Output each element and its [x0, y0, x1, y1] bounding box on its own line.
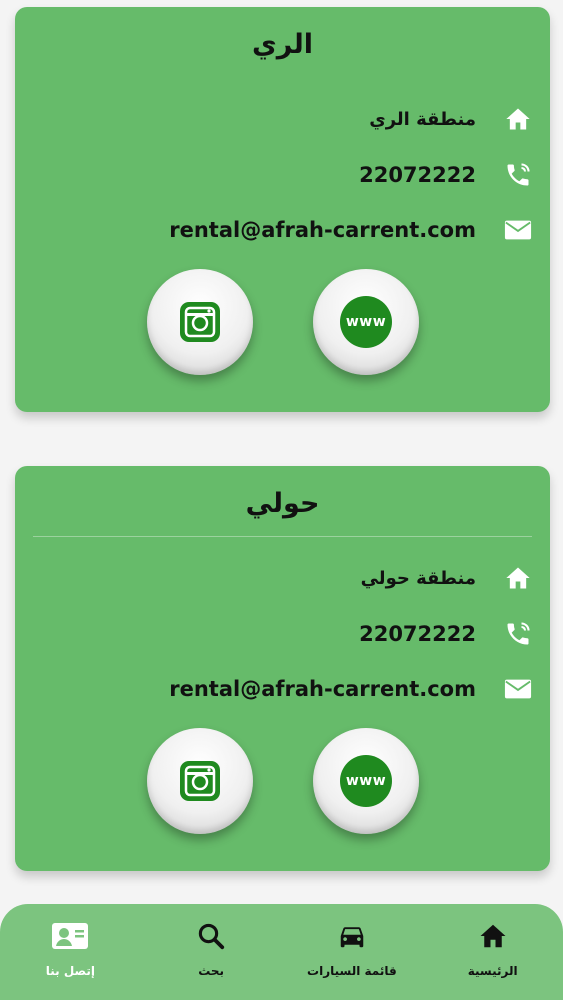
address-row: منطقة الري	[33, 102, 532, 136]
phone-icon	[504, 620, 532, 648]
website-button[interactable]: www	[313, 728, 419, 834]
phone-row[interactable]: 22072222	[33, 158, 532, 192]
instagram-button[interactable]	[147, 728, 253, 834]
address-text: منطقة حولي	[360, 567, 476, 589]
nav-home-label: الرئيسية	[467, 964, 518, 978]
home-icon	[478, 920, 508, 952]
phone-text[interactable]: 22072222	[359, 163, 476, 187]
email-text[interactable]: rental@afrah-carrent.com	[169, 218, 476, 242]
email-row[interactable]: rental@afrah-carrent.com	[33, 672, 532, 706]
home-icon	[504, 564, 532, 592]
branch-title: حولي	[245, 488, 320, 519]
nav-search-label: بحث	[198, 964, 225, 978]
instagram-icon	[180, 302, 220, 342]
address-text: منطقة الري	[369, 108, 476, 130]
branch-card-hawally: حولي منطقة حولي 22072222 rental@afrah-ca…	[15, 466, 550, 871]
mail-icon	[504, 675, 532, 703]
branch-card-alrai: الري منطقة الري 22072222 rental@afrah-ca…	[15, 7, 550, 412]
search-icon	[196, 920, 226, 952]
instagram-icon	[180, 761, 220, 801]
car-icon	[335, 920, 369, 952]
branch-title: الري	[252, 29, 313, 60]
www-icon: www	[340, 755, 392, 807]
nav-cars[interactable]: قائمة السيارات	[282, 904, 423, 1000]
home-icon	[504, 105, 532, 133]
email-row[interactable]: rental@afrah-carrent.com	[33, 213, 532, 247]
nav-home[interactable]: الرئيسية	[422, 904, 563, 1000]
website-button[interactable]: www	[313, 269, 419, 375]
www-icon: www	[340, 296, 392, 348]
phone-row[interactable]: 22072222	[33, 617, 532, 651]
email-text[interactable]: rental@afrah-carrent.com	[169, 677, 476, 701]
bottom-navigation: إتصل بنا بحث قائمة السيارات الرئيسية	[0, 904, 563, 1000]
nav-contact-label: إتصل بنا	[45, 964, 95, 978]
mail-icon	[504, 216, 532, 244]
divider	[33, 536, 532, 537]
contact-card-icon	[51, 920, 89, 952]
phone-text[interactable]: 22072222	[359, 622, 476, 646]
nav-search[interactable]: بحث	[141, 904, 282, 1000]
address-row: منطقة حولي	[33, 561, 532, 595]
nav-cars-label: قائمة السيارات	[307, 964, 397, 978]
instagram-button[interactable]	[147, 269, 253, 375]
nav-contact[interactable]: إتصل بنا	[0, 904, 141, 1000]
phone-icon	[504, 161, 532, 189]
